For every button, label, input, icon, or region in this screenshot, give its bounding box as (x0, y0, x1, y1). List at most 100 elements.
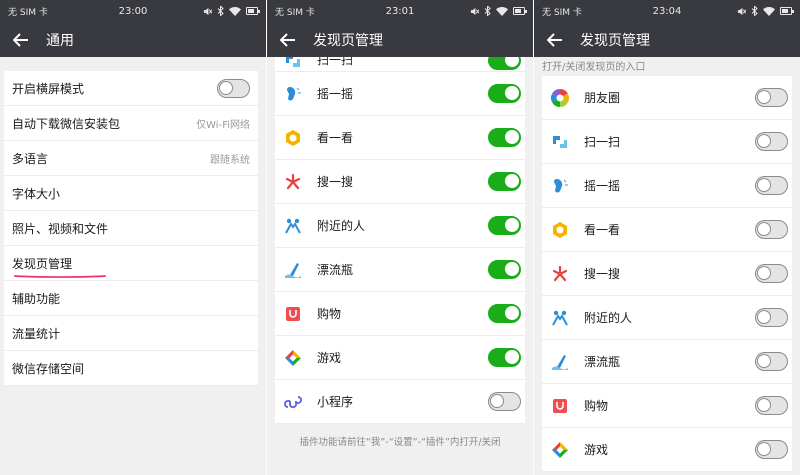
discover-item-label: 购物 (584, 399, 609, 413)
settings-item-media-files[interactable]: 照片、视频和文件 (4, 211, 258, 246)
discover-item-label: 看一看 (584, 223, 621, 237)
page-title: 通用 (46, 32, 74, 49)
settings-item-accessibility[interactable]: 辅助功能 (4, 281, 258, 316)
page-title: 发现页管理 (580, 32, 650, 49)
highlight-underline (14, 275, 106, 278)
discover-item-mini-programs[interactable]: 小程序 (275, 380, 525, 424)
discover-item-scan[interactable]: 扫一扫 (275, 57, 525, 72)
general-settings-list: 开启横屏模式 自动下载微信安装包 仅Wi-Fi网络 多语言 跟随系统 字体大小 … (4, 71, 258, 386)
plugin-hint: 插件功能请前往“我”-“设置”-“插件”内打开/关闭 (299, 437, 501, 448)
drift-bottle-toggle[interactable] (755, 352, 788, 371)
settings-item-label: 多语言 (12, 151, 49, 166)
settings-item-label: 照片、视频和文件 (12, 221, 109, 236)
settings-item-landscape-mode[interactable]: 开启横屏模式 (4, 71, 258, 106)
settings-item-language[interactable]: 多语言 跟随系统 (4, 141, 258, 176)
discover-item-label: 附近的人 (317, 219, 366, 233)
discover-item-top-stories[interactable]: 看一看 (542, 208, 792, 252)
scan-icon (550, 132, 570, 152)
discover-item-label: 扫一扫 (584, 135, 621, 149)
clock: 23:01 (385, 5, 415, 17)
discover-item-games[interactable]: 游戏 (275, 336, 525, 380)
games-toggle[interactable] (488, 348, 521, 367)
search-toggle[interactable] (755, 264, 788, 283)
discover-item-shake[interactable]: 摇一摇 (275, 72, 525, 116)
games-icon (550, 440, 570, 460)
moments-icon (550, 88, 570, 108)
settings-item-auto-download[interactable]: 自动下载微信安装包 仅Wi-Fi网络 (4, 106, 258, 141)
discover-item-shopping[interactable]: 购物 (275, 292, 525, 336)
people-nearby-toggle[interactable] (755, 308, 788, 327)
shake-icon (283, 84, 303, 104)
settings-item-label: 辅助功能 (12, 291, 61, 306)
settings-item-label: 流量统计 (12, 326, 61, 341)
general-settings-screen: 无 SIM 卡 23:00 通用 开启横屏模式 自动下载微信安装包 仅Wi-Fi… (0, 0, 266, 475)
shake-icon (550, 176, 570, 196)
settings-item-value: 仅Wi-Fi网络 (196, 119, 250, 131)
discover-entry-list: 扫一扫 摇一摇 看一看 搜一搜 附近的人 漂流瓶 购物 游戏 小程序 (275, 57, 525, 424)
shopping-toggle[interactable] (755, 396, 788, 415)
discover-item-games[interactable]: 游戏 (542, 428, 792, 472)
games-toggle[interactable] (755, 440, 788, 459)
top-stories-icon (550, 220, 570, 240)
discover-item-search[interactable]: 搜一搜 (275, 160, 525, 204)
settings-item-value: 跟随系统 (210, 154, 250, 166)
battery-icon (780, 7, 794, 15)
shake-toggle[interactable] (488, 84, 521, 103)
discover-item-label: 游戏 (317, 351, 342, 365)
discover-item-people-nearby[interactable]: 附近的人 (275, 204, 525, 248)
discover-item-shake[interactable]: 摇一摇 (542, 164, 792, 208)
settings-item-label: 字体大小 (12, 186, 61, 201)
shopping-icon (550, 396, 570, 416)
discover-item-label: 小程序 (317, 395, 354, 409)
status-bar: 无 SIM 卡 23:04 (534, 0, 800, 22)
mini-programs-toggle[interactable] (488, 392, 521, 411)
top-stories-toggle[interactable] (755, 220, 788, 239)
discover-management-screen-b: 无 SIM 卡 23:04 发现页管理 打开/关闭发现页的入口 朋友圈 扫一扫 … (534, 0, 800, 475)
moments-toggle[interactable] (755, 88, 788, 107)
search-toggle[interactable] (488, 172, 521, 191)
back-arrow-icon[interactable] (10, 30, 32, 50)
discover-item-label: 摇一摇 (317, 87, 354, 101)
settings-item-font-size[interactable]: 字体大小 (4, 176, 258, 211)
settings-item-storage[interactable]: 微信存储空间 (4, 351, 258, 386)
discover-item-label: 搜一搜 (584, 267, 621, 281)
discover-item-label: 扫一扫 (317, 57, 354, 67)
scan-toggle[interactable] (488, 57, 521, 70)
scan-toggle[interactable] (755, 132, 788, 151)
discover-item-shopping[interactable]: 购物 (542, 384, 792, 428)
drift-bottle-toggle[interactable] (488, 260, 521, 279)
people-nearby-icon (550, 308, 570, 328)
discover-item-people-nearby[interactable]: 附近的人 (542, 296, 792, 340)
search-icon (550, 264, 570, 284)
scan-icon (283, 57, 303, 71)
status-bar: 无 SIM 卡 23:01 (267, 0, 533, 22)
discover-item-top-stories[interactable]: 看一看 (275, 116, 525, 160)
shake-toggle[interactable] (755, 176, 788, 195)
settings-item-label: 发现页管理 (12, 256, 73, 271)
title-bar: 发现页管理 (534, 22, 800, 57)
settings-item-discover-management[interactable]: 发现页管理 (4, 246, 258, 281)
settings-item-data-usage[interactable]: 流量统计 (4, 316, 258, 351)
discover-item-drift-bottle[interactable]: 漂流瓶 (275, 248, 525, 292)
back-arrow-icon[interactable] (544, 30, 566, 50)
battery-icon (513, 7, 527, 15)
top-stories-toggle[interactable] (488, 128, 521, 147)
discover-item-label: 朋友圈 (584, 91, 621, 105)
mini-program-icon (283, 392, 303, 412)
section-header: 打开/关闭发现页的入口 (542, 62, 646, 73)
discover-item-label: 漂流瓶 (317, 263, 354, 277)
title-bar: 通用 (0, 22, 266, 57)
top-stories-icon (283, 128, 303, 148)
drift-bottle-icon (550, 352, 570, 372)
settings-item-label: 自动下载微信安装包 (12, 116, 121, 131)
landscape-mode-toggle[interactable] (217, 78, 250, 98)
discover-item-search[interactable]: 搜一搜 (542, 252, 792, 296)
discover-item-scan[interactable]: 扫一扫 (542, 120, 792, 164)
discover-entry-list: 朋友圈 扫一扫 摇一摇 看一看 搜一搜 附近的人 漂流瓶 购物 游戏 (542, 76, 792, 472)
shopping-toggle[interactable] (488, 304, 521, 323)
discover-item-label: 搜一搜 (317, 175, 354, 189)
people-nearby-toggle[interactable] (488, 216, 521, 235)
discover-item-moments[interactable]: 朋友圈 (542, 76, 792, 120)
back-arrow-icon[interactable] (277, 30, 299, 50)
discover-item-drift-bottle[interactable]: 漂流瓶 (542, 340, 792, 384)
